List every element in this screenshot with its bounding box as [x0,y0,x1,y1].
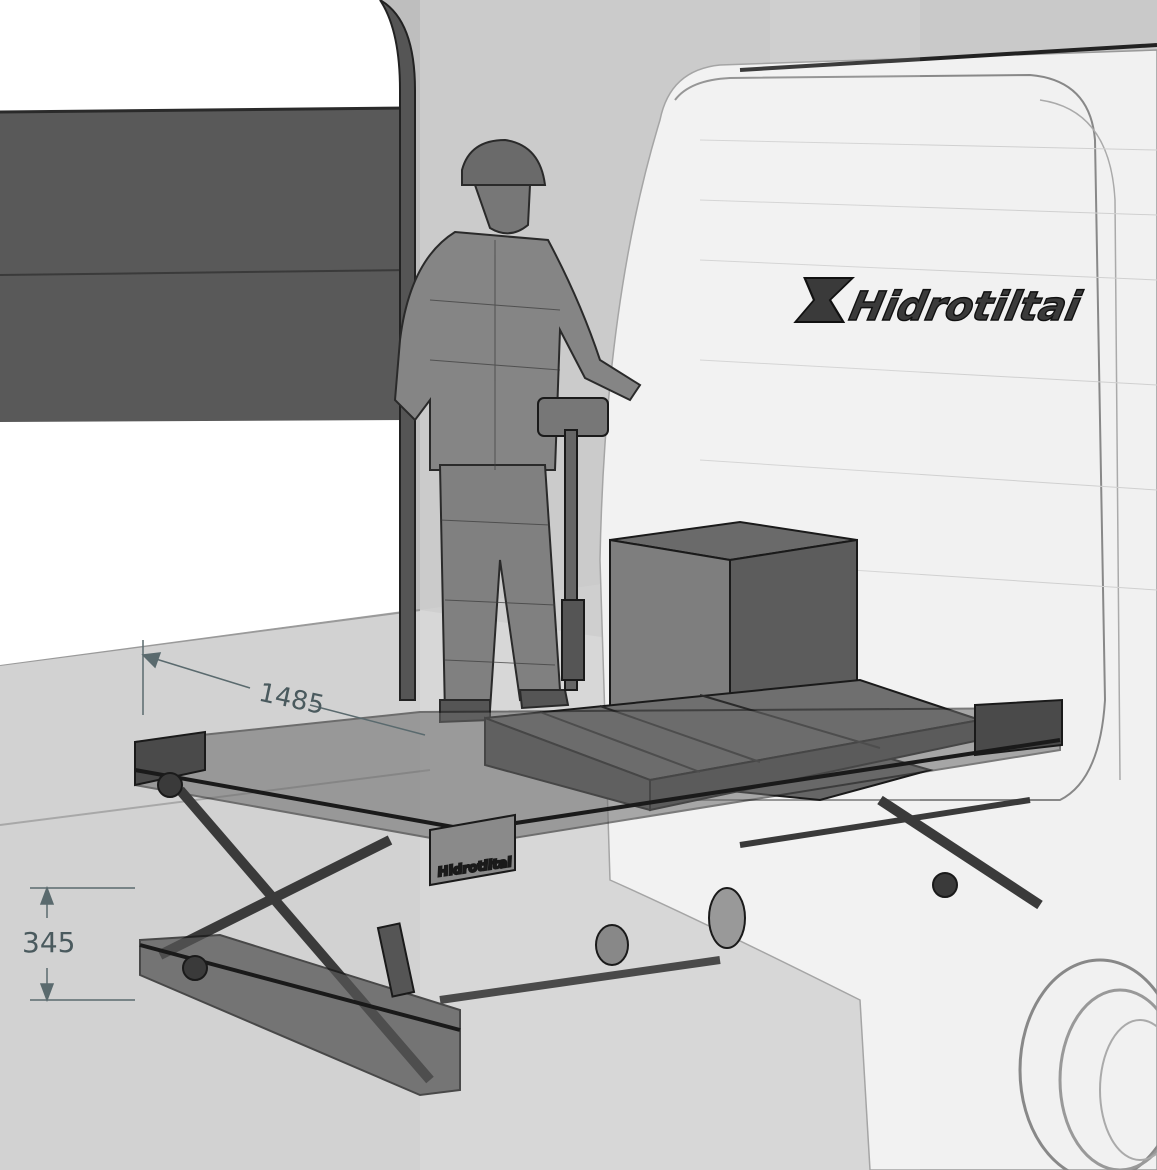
scissor-lift-diagram: Hidrotiltai Hidrotiltai 1485 345 [0,0,1157,1170]
garage-door [0,0,416,701]
height-label: 345 [22,926,75,959]
brand-name: Hidrotiltai [846,282,1087,329]
